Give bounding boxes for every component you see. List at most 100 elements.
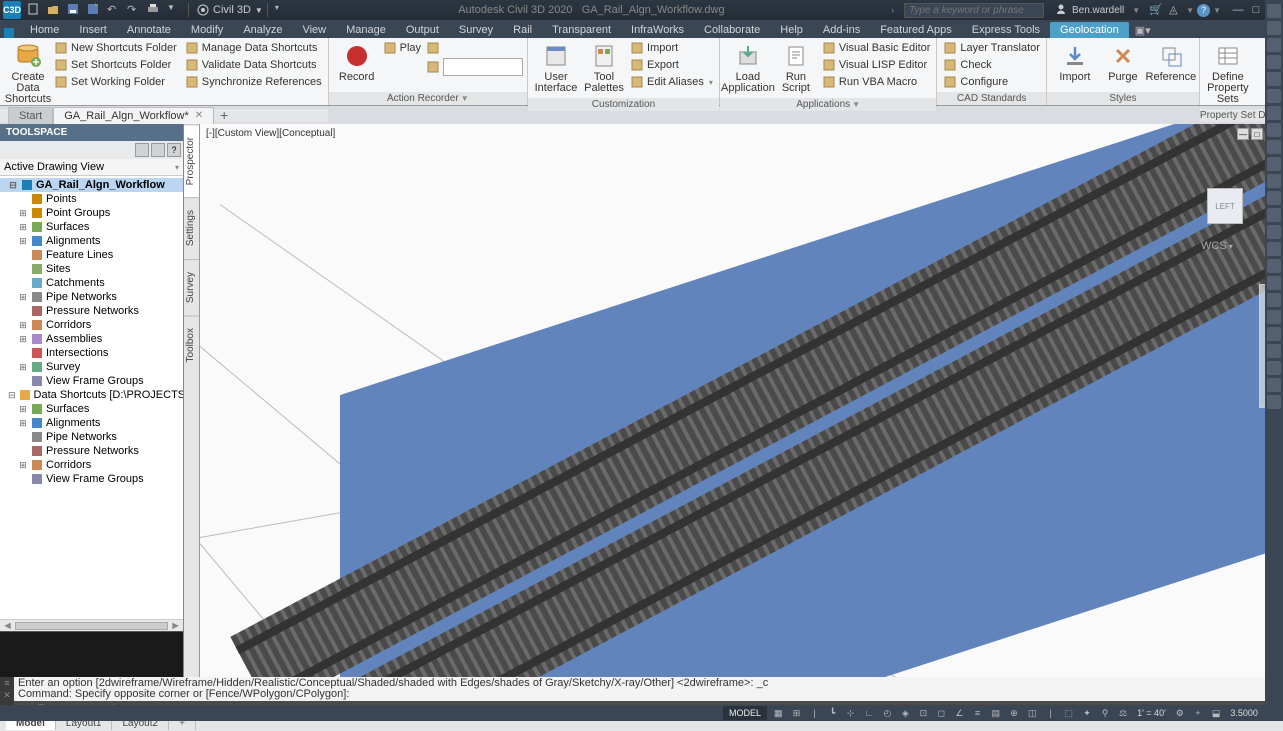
menu-tab-add-ins[interactable]: Add-ins (813, 22, 870, 38)
export-button[interactable]: Export (628, 57, 715, 73)
a360-icon[interactable]: ◬ (1169, 3, 1183, 17)
user-label[interactable]: Ben.wardell (1072, 5, 1124, 16)
saveas-icon[interactable] (87, 3, 101, 17)
tree-scrollbar[interactable]: ◄► (0, 619, 183, 631)
ortho-icon[interactable]: ∟ (862, 706, 877, 720)
cart-icon[interactable]: 🛒 (1149, 3, 1163, 17)
cycle-icon[interactable]: ⊕ (1007, 706, 1021, 720)
expand-icon[interactable]: ⊞ (18, 236, 28, 247)
record-button[interactable]: Record (333, 40, 381, 85)
visual-lisp-editor-button[interactable]: Visual LISP Editor (820, 57, 933, 73)
status-model[interactable]: MODEL (723, 706, 767, 720)
annomon-icon[interactable]: ⚲ (1098, 706, 1112, 720)
user-interface-button[interactable]: UserInterface (532, 40, 580, 96)
expand-icon[interactable]: ⊞ (18, 418, 28, 429)
rtool-1[interactable] (1267, 21, 1281, 35)
tree-item-pipe-networks[interactable]: Pipe Networks (0, 430, 183, 444)
menu-tab-survey[interactable]: Survey (449, 22, 503, 38)
tree-item-corridors[interactable]: ⊞Corridors (0, 458, 183, 472)
menu-tab-geolocation[interactable]: Geolocation (1050, 22, 1129, 38)
open-icon[interactable] (47, 3, 61, 17)
rtool-16[interactable] (1267, 276, 1281, 290)
decimal-icon[interactable]: ⬓ (1209, 706, 1224, 720)
rtool-5[interactable] (1267, 89, 1281, 103)
cmd-close-icon[interactable]: ✕ (3, 690, 11, 701)
new-icon[interactable] (27, 3, 41, 17)
rtool-2[interactable] (1267, 38, 1281, 52)
snap-icon[interactable]: ⊞ (790, 706, 804, 720)
dd-icon[interactable]: ▼ (167, 3, 181, 17)
rtool-19[interactable] (1267, 327, 1281, 341)
anno-scale-value[interactable]: 1' = 40' (1134, 706, 1169, 720)
dynamic-icon[interactable]: ⊹ (844, 706, 858, 720)
manage-data-shortcuts-button[interactable]: Manage Data Shortcuts (183, 40, 324, 56)
transp-icon[interactable]: ▤ (988, 706, 1003, 720)
run-vba-macro-button[interactable]: Run VBA Macro (820, 74, 933, 90)
tree-item-alignments[interactable]: ⊞Alignments (0, 234, 183, 248)
rtool-0[interactable] (1267, 4, 1281, 18)
expand-icon[interactable]: ⊞ (18, 404, 28, 415)
validate-data-shortcuts-button[interactable]: Validate Data Shortcuts (183, 57, 324, 73)
iso-icon[interactable]: ◈ (898, 706, 912, 720)
menu-tab-infraworks[interactable]: InfraWorks (621, 22, 694, 38)
side-tab-prospector[interactable]: Prospector (184, 124, 199, 197)
wcs-label[interactable]: WCS ▾ (1201, 240, 1233, 252)
check-button[interactable]: Check (941, 57, 1041, 73)
tree-item-assemblies[interactable]: ⊞Assemblies (0, 332, 183, 346)
menu-tab-analyze[interactable]: Analyze (233, 22, 292, 38)
expand-icon[interactable]: ⊞ (18, 208, 28, 219)
menu-tab-collaborate[interactable]: Collaborate (694, 22, 770, 38)
ts-icon-1[interactable] (135, 143, 149, 157)
expand-icon[interactable]: ⊞ (18, 292, 28, 303)
save-icon[interactable] (67, 3, 81, 17)
vp-min-icon[interactable]: — (1237, 128, 1249, 140)
gear-icon[interactable]: ⚙ (1173, 706, 1187, 720)
tree-item-points[interactable]: Points (0, 192, 183, 206)
new-shortcuts-folder-button[interactable]: New Shortcuts Folder (52, 40, 179, 56)
ts-icon-2[interactable] (151, 143, 165, 157)
import-button[interactable]: Import (1051, 40, 1099, 85)
rtool-22[interactable] (1267, 378, 1281, 392)
menu-tab-insert[interactable]: Insert (69, 22, 117, 38)
menu-tab-view[interactable]: View (292, 22, 336, 38)
menu-tab-home[interactable]: Home (20, 22, 69, 38)
search-chevron-icon[interactable]: › (891, 5, 894, 15)
load-application-button[interactable]: LoadApplication (724, 40, 772, 96)
osnap-icon[interactable]: ⊡ (916, 706, 930, 720)
rtool-10[interactable] (1267, 174, 1281, 188)
otrack-icon[interactable]: ∠ (952, 706, 966, 720)
add-tab-button[interactable]: + (214, 107, 234, 123)
menu-tab-output[interactable]: Output (396, 22, 449, 38)
tree-item-feature-lines[interactable]: Feature Lines (0, 248, 183, 262)
expand-icon[interactable]: ⊟ (8, 180, 18, 191)
tree-icon[interactable] (426, 41, 442, 57)
menu-tab-transparent[interactable]: Transparent (542, 22, 621, 38)
tree-item-view-frame-groups[interactable]: View Frame Groups (0, 374, 183, 388)
3dosnap-icon[interactable]: ◻ (934, 706, 948, 720)
tree-item-corridors[interactable]: ⊞Corridors (0, 318, 183, 332)
tool-palettes-button[interactable]: ToolPalettes (580, 40, 628, 96)
tree-item-pressure-networks[interactable]: Pressure Networks (0, 304, 183, 318)
doc-tab-1[interactable]: GA_Rail_Algn_Workflow*✕ (53, 107, 214, 124)
tree-item-pipe-networks[interactable]: ⊞Pipe Networks (0, 290, 183, 304)
synchronize-references-button[interactable]: Synchronize References (183, 74, 324, 90)
rtool-8[interactable] (1267, 140, 1281, 154)
rtool-3[interactable] (1267, 55, 1281, 69)
lweight-icon[interactable]: ≡ (970, 706, 984, 720)
expand-icon[interactable]: ⊞ (18, 362, 28, 373)
cmd-recent-icon[interactable]: ≡ (4, 678, 9, 688)
app-logo[interactable]: C3D (3, 1, 21, 19)
menu-tab-modify[interactable]: Modify (181, 22, 233, 38)
redo-icon[interactable]: ↷ (127, 3, 141, 17)
rtool-6[interactable] (1267, 106, 1281, 120)
configure-button[interactable]: Configure (941, 74, 1041, 90)
rtool-12[interactable] (1267, 208, 1281, 222)
menu-tab-annotate[interactable]: Annotate (117, 22, 181, 38)
play-button[interactable]: Play (381, 40, 423, 56)
filter-icon[interactable]: ⬚ (1061, 706, 1076, 720)
expand-icon[interactable]: ⊞ (18, 222, 28, 233)
viewport-label[interactable]: [-][Custom View][Conceptual] (206, 128, 335, 139)
ribbon-overflow-icon[interactable]: ▣▾ (1135, 24, 1149, 38)
purge-button[interactable]: Purge (1099, 40, 1147, 85)
annoscale-icon[interactable]: ⚖ (1116, 706, 1130, 720)
